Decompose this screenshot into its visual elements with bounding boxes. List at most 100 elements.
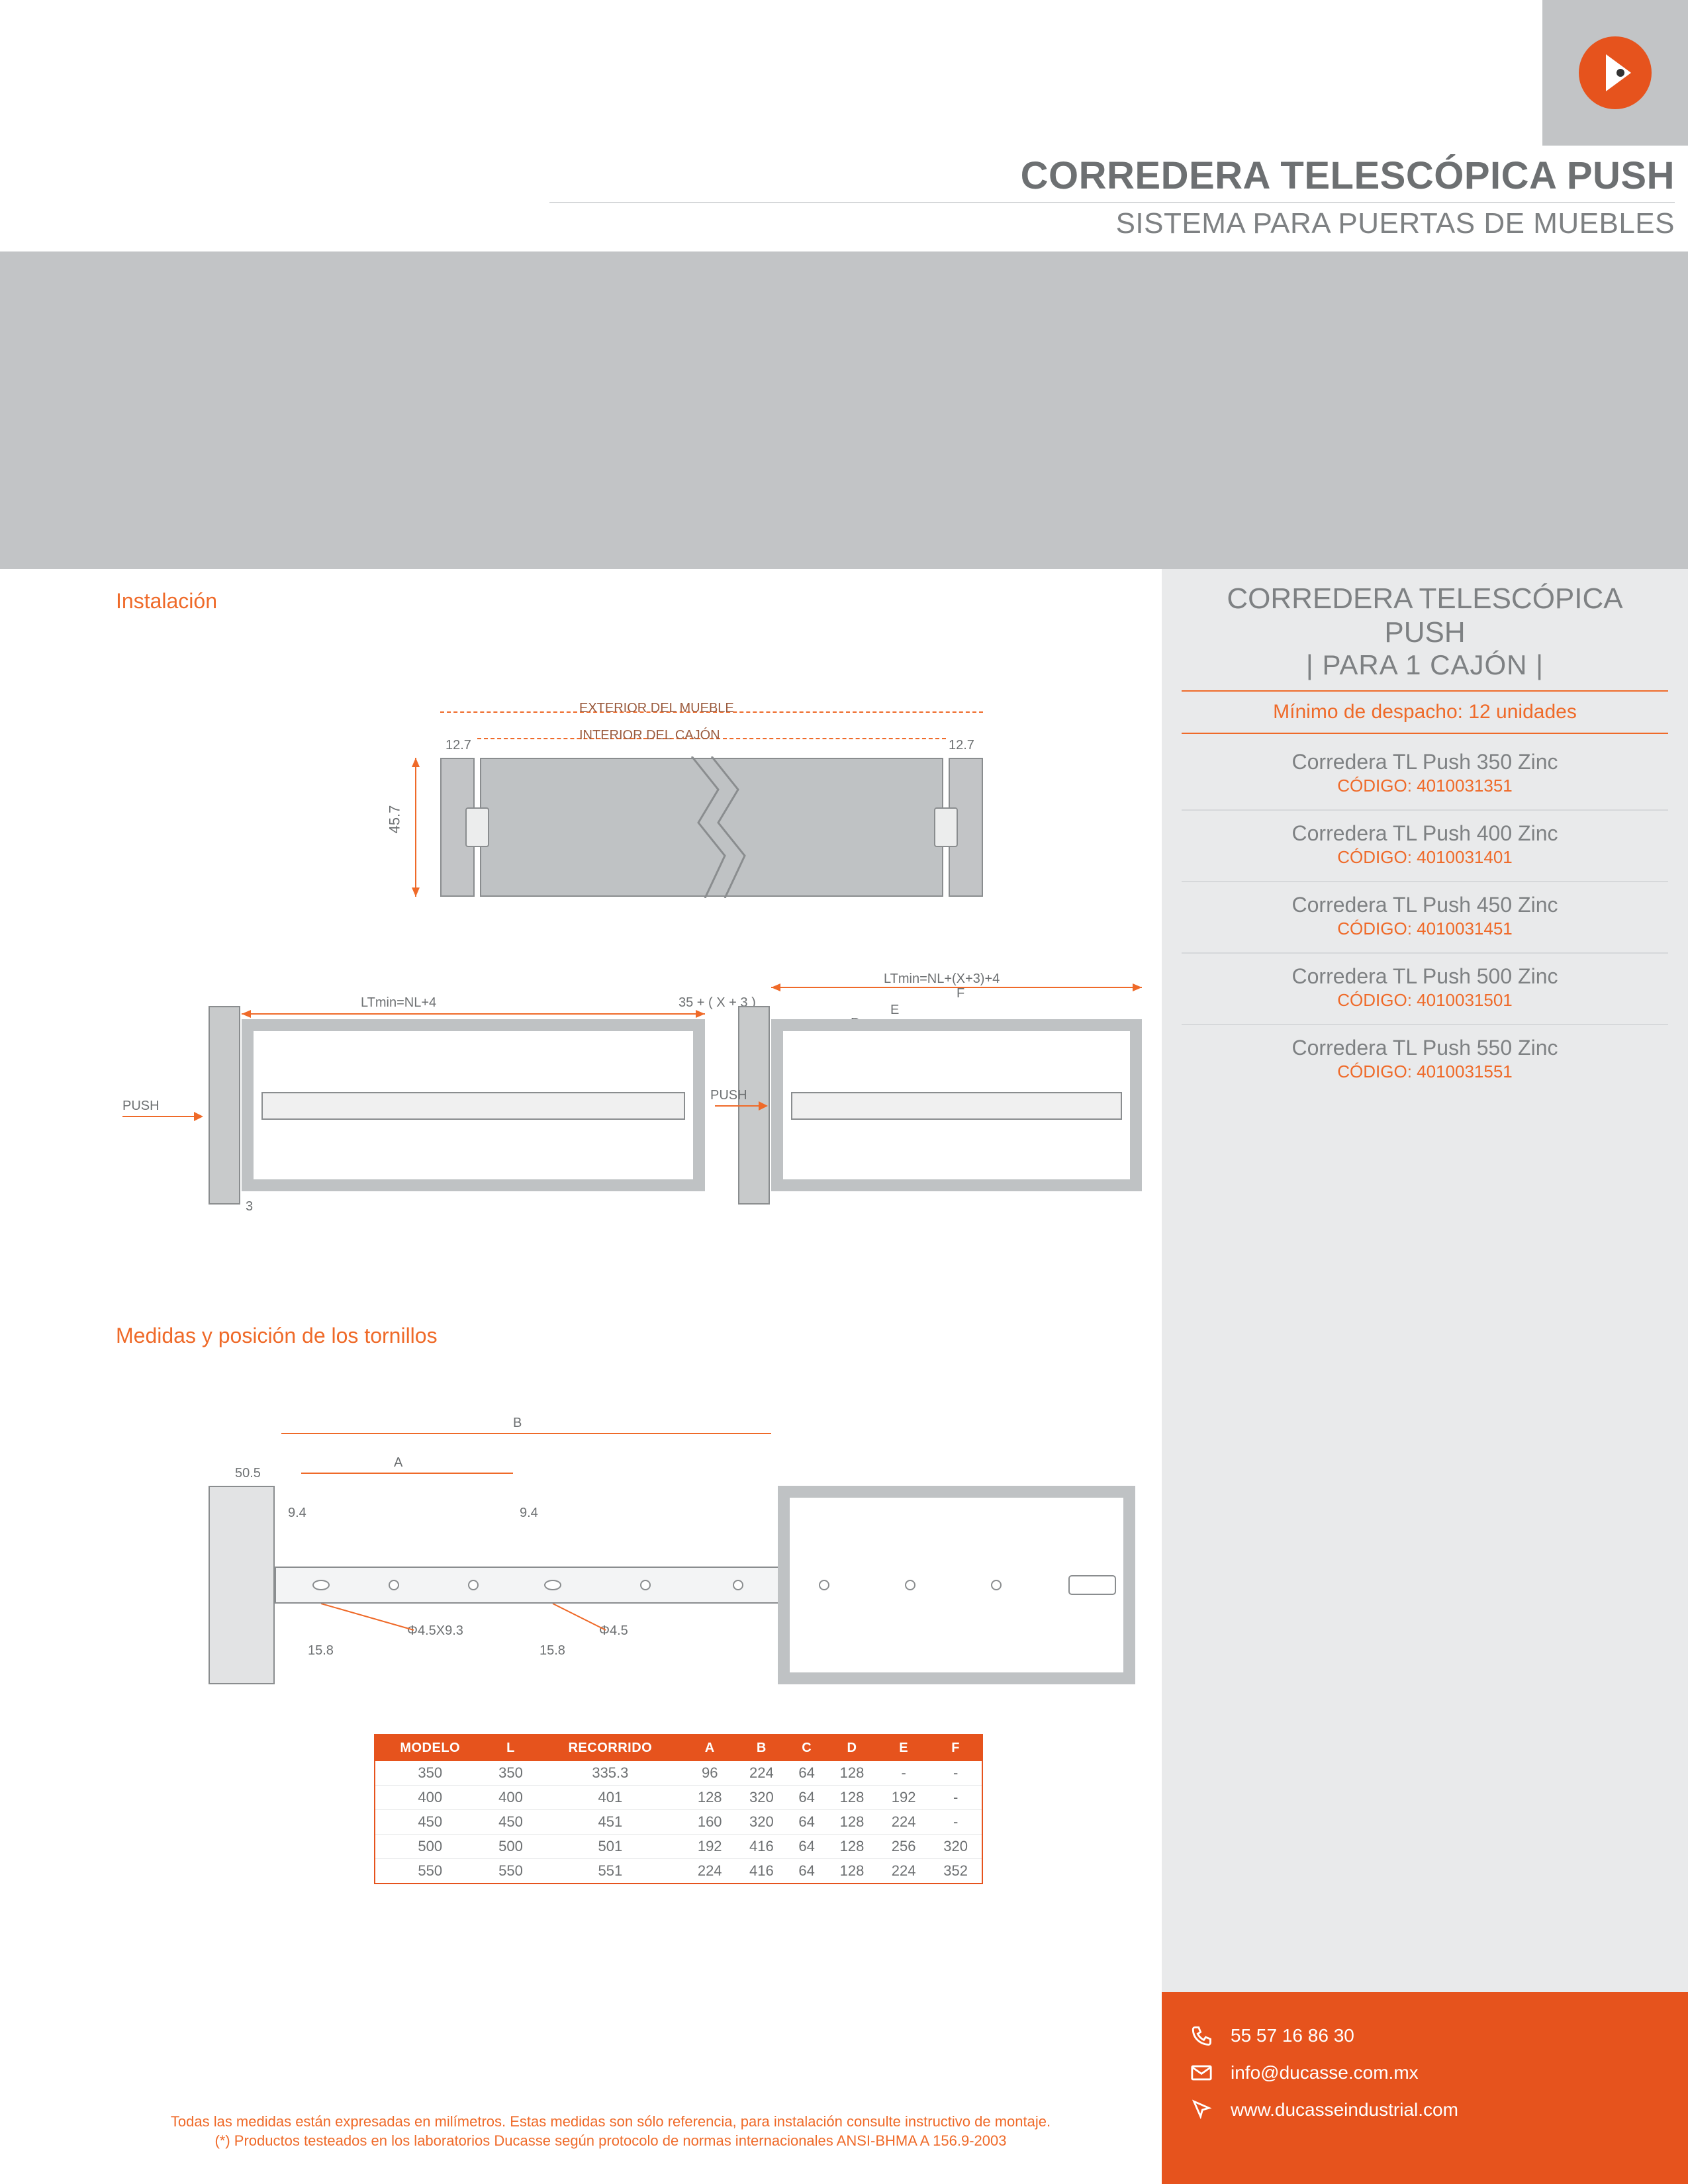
table-cell: 335.3 <box>537 1761 684 1786</box>
diagram-screw-positions: B A 50.5 9.4 9.4 <box>209 1393 1135 1684</box>
table-cell: 320 <box>735 1786 787 1810</box>
sidebar-product-name: Corredera TL Push 450 Zinc <box>1182 886 1668 919</box>
table-header: E <box>878 1735 929 1761</box>
page-title-block: CORREDERA TELESCÓPICA PUSH SISTEMA PARA … <box>549 154 1675 240</box>
leader-lines <box>275 1604 738 1643</box>
footer-web-text: www.ducasseindustrial.com <box>1231 2099 1458 2120</box>
table-cell: - <box>878 1761 929 1786</box>
sidebar-title-line1: CORREDERA TELESCÓPICA <box>1182 582 1668 616</box>
table-row: 350350335.39622464128-- <box>375 1761 982 1786</box>
dim-arrow-vert <box>406 758 426 897</box>
table-cell: 224 <box>684 1859 735 1884</box>
rail-holes <box>275 1567 1135 1604</box>
table-cell: 128 <box>826 1761 878 1786</box>
brand-logo-icon <box>1579 36 1652 109</box>
table-cell: 224 <box>735 1761 787 1786</box>
label-three: 3 <box>246 1199 253 1214</box>
table-cell: 451 <box>537 1810 684 1835</box>
table-row: 50050050119241664128256320 <box>375 1835 982 1859</box>
main-content: Instalación EXTERIOR DEL MUEBLE INTERIOR… <box>76 569 1162 2065</box>
table-cell: 320 <box>735 1810 787 1835</box>
table-header: RECORRIDO <box>537 1735 684 1761</box>
dim-9-4a: 9.4 <box>288 1506 306 1521</box>
push-arrow-left <box>122 1116 202 1117</box>
dim-gap-left: 12.7 <box>445 738 471 753</box>
table-cell: - <box>929 1810 982 1835</box>
sidebar-divider <box>1182 881 1668 882</box>
table-cell: 64 <box>787 1835 826 1859</box>
table-cell: 128 <box>684 1786 735 1810</box>
dim-height: 45.7 <box>386 805 403 834</box>
table-cell: 128 <box>826 1810 878 1835</box>
table-header: A <box>684 1735 735 1761</box>
page: CORREDERA TELESCÓPICA PUSH SISTEMA PARA … <box>0 0 1688 2184</box>
dim-15-8a: 15.8 <box>308 1643 334 1659</box>
table-header: C <box>787 1735 826 1761</box>
footer-phone-text: 55 57 16 86 30 <box>1231 2025 1354 2046</box>
label-B: B <box>513 1416 522 1431</box>
table-cell: 550 <box>375 1859 485 1884</box>
table-cell: 550 <box>485 1859 536 1884</box>
table-header: D <box>826 1735 878 1761</box>
footer-email: info@ducasse.com.mx <box>1188 2060 1662 2086</box>
sidebar-product-code: CÓDIGO: 4010031501 <box>1182 990 1668 1020</box>
brand-logo <box>1542 0 1688 146</box>
sidebar-product-name: Corredera TL Push 550 Zinc <box>1182 1029 1668 1062</box>
table-cell: 64 <box>787 1761 826 1786</box>
label-A: A <box>394 1455 402 1471</box>
table-header: F <box>929 1735 982 1761</box>
dim-gap-right: 12.7 <box>949 738 974 753</box>
footnote-line1: Todas las medidas están expresadas en mi… <box>76 2112 1145 2132</box>
table-cell: 64 <box>787 1786 826 1810</box>
table-cell: 64 <box>787 1810 826 1835</box>
table-cell: 500 <box>375 1835 485 1859</box>
table-cell: 160 <box>684 1810 735 1835</box>
table-cell: 192 <box>878 1786 929 1810</box>
cursor-icon <box>1188 2097 1215 2123</box>
mail-icon <box>1188 2060 1215 2086</box>
table-cell: 320 <box>929 1835 982 1859</box>
label-interior: INTERIOR DEL CAJÓN <box>579 728 720 743</box>
table-cell: 450 <box>375 1810 485 1835</box>
page-subtitle: SISTEMA PARA PUERTAS DE MUEBLES <box>549 206 1675 240</box>
table-cell: 401 <box>537 1786 684 1810</box>
label-push-left: PUSH <box>122 1099 160 1114</box>
dim-9-4b: 9.4 <box>520 1506 538 1521</box>
sidebar-product-code: CÓDIGO: 4010031451 <box>1182 919 1668 948</box>
push-arrow-right <box>715 1105 767 1107</box>
dimensions-table: MODELOLRECORRIDOABCDEF 350350335.3962246… <box>374 1734 983 1884</box>
footnote-line2: (*) Productos testeados en los laborator… <box>76 2131 1145 2151</box>
table-cell: 501 <box>537 1835 684 1859</box>
table-cell: 224 <box>878 1859 929 1884</box>
table-cell: 400 <box>375 1786 485 1810</box>
table-header: MODELO <box>375 1735 485 1761</box>
footer-email-text: info@ducasse.com.mx <box>1231 2062 1419 2083</box>
dim-arrow-right <box>771 982 1142 993</box>
table-header: L <box>485 1735 536 1761</box>
footer-web: www.ducasseindustrial.com <box>1188 2097 1662 2123</box>
label-push-right: PUSH <box>710 1088 747 1103</box>
sidebar-product-name: Corredera TL Push 500 Zinc <box>1182 958 1668 990</box>
table-cell: 64 <box>787 1859 826 1884</box>
hero-band <box>0 251 1688 569</box>
table-cell: 450 <box>485 1810 536 1835</box>
table-cell: 500 <box>485 1835 536 1859</box>
sidebar-title-line2: PUSH <box>1182 616 1668 650</box>
page-title: CORREDERA TELESCÓPICA PUSH <box>549 154 1675 203</box>
table-cell: 128 <box>826 1835 878 1859</box>
table-cell: 128 <box>826 1859 878 1884</box>
table-cell: 400 <box>485 1786 536 1810</box>
sidebar: CORREDERA TELESCÓPICA PUSH | PARA 1 CAJÓ… <box>1162 569 1688 2065</box>
table-cell: - <box>929 1761 982 1786</box>
break-line-icon <box>679 756 758 898</box>
table-cell: 416 <box>735 1835 787 1859</box>
dim-50-5: 50.5 <box>235 1466 261 1481</box>
footer-phone: 55 57 16 86 30 <box>1188 2023 1662 2049</box>
table-row: 40040040112832064128192- <box>375 1786 982 1810</box>
table-cell: 350 <box>375 1761 485 1786</box>
label-E: E <box>890 1003 899 1018</box>
sidebar-product-name: Corredera TL Push 400 Zinc <box>1182 815 1668 847</box>
label-exterior: EXTERIOR DEL MUEBLE <box>579 701 734 716</box>
dim-15-8b: 15.8 <box>539 1643 565 1659</box>
table-cell: 192 <box>684 1835 735 1859</box>
